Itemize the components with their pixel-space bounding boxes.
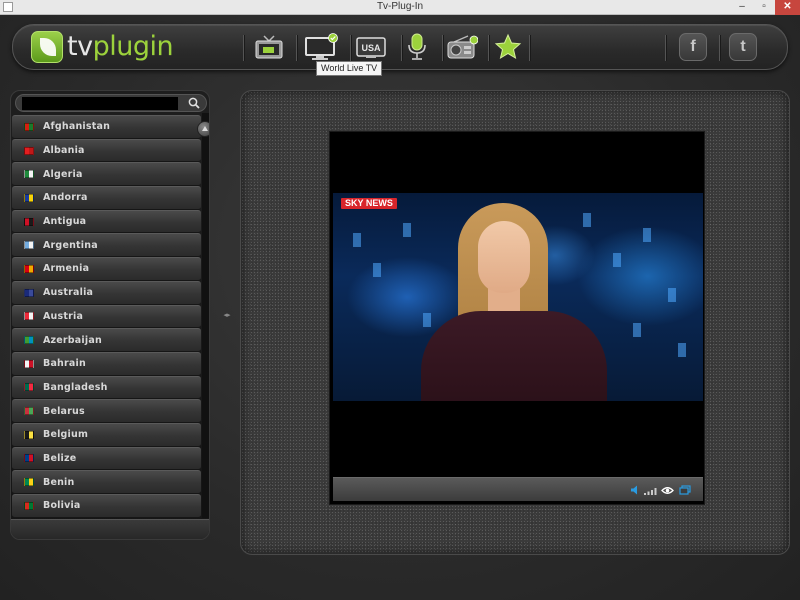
window-titlebar: Tv-Plug-In – ▫ ✕ <box>0 0 800 15</box>
country-item[interactable]: Austria <box>12 304 201 329</box>
country-name: Albania <box>43 145 85 157</box>
country-name: Benin <box>43 476 75 488</box>
player-panel: SKY NEWS <box>240 90 790 555</box>
toolbar-separator <box>296 35 297 61</box>
country-flag-icon <box>24 170 34 179</box>
search-input[interactable] <box>22 97 178 110</box>
fullscreen-icon[interactable] <box>678 483 692 497</box>
country-flag-icon <box>24 383 34 392</box>
country-name: Afghanistan <box>43 121 111 133</box>
microphone-icon[interactable] <box>400 31 434 63</box>
country-flag-icon <box>24 193 34 202</box>
window-title: Tv-Plug-In <box>376 1 424 12</box>
country-item[interactable]: Armenia <box>12 257 201 281</box>
country-name: Bolivia <box>43 500 81 512</box>
maximize-button[interactable]: ▫ <box>753 0 775 15</box>
country-name: Azerbaijan <box>43 334 102 346</box>
country-name: Algeria <box>43 168 83 180</box>
logo-text-tv: tv <box>67 31 93 62</box>
country-item[interactable]: Antigua <box>12 209 201 234</box>
scroll-up-arrow-icon <box>202 126 208 131</box>
country-flag-icon <box>24 454 34 463</box>
country-item[interactable]: Belgium <box>12 422 201 447</box>
toolbar-separator <box>488 35 489 61</box>
country-flag-icon <box>24 430 34 439</box>
local-tv-icon[interactable] <box>252 31 286 63</box>
country-name: Australia <box>43 287 94 299</box>
app-logo: tvplugin <box>67 31 174 62</box>
country-sidebar: Afghanistan Albania Algeria Andorra Antigua A… <box>10 90 210 540</box>
country-name: Andorra <box>43 192 88 204</box>
country-flag-icon <box>24 122 34 131</box>
toolbar-separator <box>442 35 443 61</box>
toolbar-separator <box>665 35 666 61</box>
country-item[interactable]: Australia <box>12 280 201 305</box>
country-item[interactable]: Belize <box>12 446 201 471</box>
country-flag-icon <box>24 501 34 510</box>
country-name: Belize <box>43 452 77 464</box>
toolbar-separator <box>243 35 244 61</box>
world-live-tv-icon[interactable] <box>304 31 338 63</box>
logo-text-plugin: plugin <box>92 31 174 62</box>
country-flag-icon <box>24 407 34 416</box>
country-name: Armenia <box>43 263 90 275</box>
country-item[interactable]: Algeria <box>12 162 201 187</box>
country-flag-icon <box>24 336 34 345</box>
minimize-button[interactable]: – <box>731 0 753 15</box>
country-item[interactable]: Argentina <box>12 233 201 258</box>
country-flag-icon <box>24 288 34 297</box>
radio-icon[interactable] <box>445 31 479 63</box>
eye-icon[interactable] <box>660 483 674 497</box>
country-list: Afghanistan Albania Algeria Andorra Antigua A… <box>12 115 201 518</box>
top-toolbar: tvplugin USA f t <box>12 24 788 70</box>
search-icon[interactable] <box>186 96 202 110</box>
search-box <box>15 94 207 112</box>
country-item[interactable]: Andorra <box>12 186 201 210</box>
facebook-button[interactable]: f <box>679 33 707 61</box>
close-button[interactable]: ✕ <box>775 0 800 15</box>
country-flag-icon <box>24 217 34 226</box>
volume-icon[interactable] <box>629 483 639 497</box>
tvplugin-logo-icon <box>31 31 63 63</box>
country-item[interactable]: Azerbaijan <box>12 328 201 352</box>
country-flag-icon <box>24 146 34 155</box>
sidebar-footer <box>11 519 209 539</box>
country-flag-icon <box>24 478 34 487</box>
favorites-star-icon[interactable] <box>491 31 525 63</box>
player-controlbar <box>333 477 703 501</box>
country-item[interactable]: Bangladesh <box>12 375 201 400</box>
video-player[interactable]: SKY NEWS <box>329 131 705 505</box>
country-flag-icon <box>24 312 34 321</box>
country-item[interactable]: Bahrain <box>12 351 201 376</box>
country-item[interactable]: Benin <box>12 470 201 494</box>
country-name: Belarus <box>43 405 85 417</box>
usa-tv-icon[interactable]: USA <box>354 31 388 63</box>
channel-logo: SKY NEWS <box>341 198 397 209</box>
country-item[interactable]: Bolivia <box>12 494 201 518</box>
panel-splitter-handle[interactable]: ◂▸ <box>222 312 232 320</box>
scroll-thumb[interactable] <box>197 121 209 137</box>
country-flag-icon <box>24 359 34 368</box>
country-item[interactable]: Albania <box>12 138 201 163</box>
country-flag-icon <box>24 264 34 273</box>
country-name: Bangladesh <box>43 381 108 393</box>
twitter-button[interactable]: t <box>729 33 757 61</box>
country-name: Argentina <box>43 239 98 251</box>
video-frame[interactable]: SKY NEWS <box>333 193 703 401</box>
toolbar-separator <box>529 35 530 61</box>
country-item[interactable]: Afghanistan <box>12 115 201 139</box>
country-item[interactable]: Belarus <box>12 399 201 423</box>
country-list-scrollbar[interactable] <box>197 113 209 518</box>
country-flag-icon <box>24 241 34 250</box>
country-name: Belgium <box>43 429 89 441</box>
toolbar-separator <box>719 35 720 61</box>
country-name: Antigua <box>43 216 87 228</box>
country-name: Austria <box>43 310 84 322</box>
app-frame: tvplugin USA f t World Live TV Afghanist… <box>0 15 800 600</box>
country-name: Bahrain <box>43 358 86 370</box>
signal-icon[interactable] <box>643 483 659 497</box>
usa-label: USA <box>361 43 381 53</box>
toolbar-separator <box>350 35 351 61</box>
tooltip-world-live-tv: World Live TV <box>316 61 383 76</box>
